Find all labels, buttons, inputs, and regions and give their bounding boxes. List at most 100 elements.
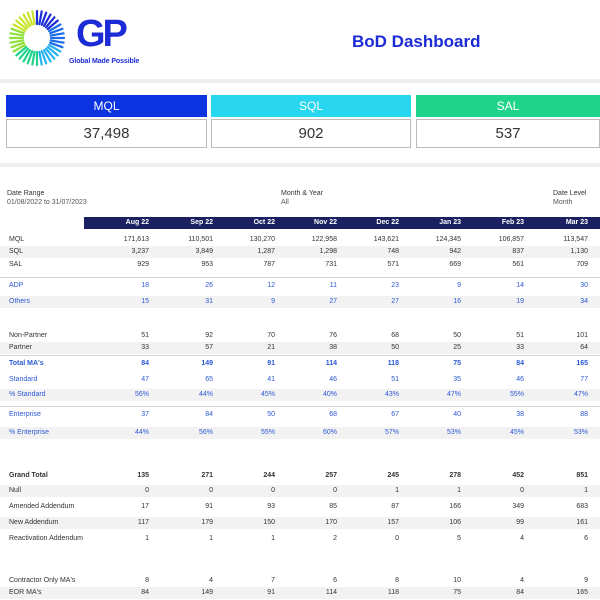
column-header[interactable]: Sep 22 xyxy=(149,217,213,229)
row-label: ADP xyxy=(9,282,24,289)
row-separator xyxy=(0,277,600,278)
column-header[interactable]: Feb 23 xyxy=(460,217,524,229)
table-cell: 278 xyxy=(449,472,461,479)
table-row: % Standard 56% 44% 45% 40% 43% 47% 55% 47% xyxy=(0,389,600,401)
table-cell: 19 xyxy=(516,298,524,305)
row-label: % Standard xyxy=(9,391,46,398)
row-label: Grand Total xyxy=(9,472,48,479)
table-row: EOR MA's 84 149 91 114 118 75 84 165 xyxy=(0,587,600,599)
row-label: Amended Addendum xyxy=(9,503,75,510)
row-label: Null xyxy=(9,487,22,494)
logo-text: GP xyxy=(76,13,128,55)
row-separator xyxy=(0,406,600,407)
table-cell: 122,958 xyxy=(311,236,337,243)
table-cell: 41 xyxy=(267,376,275,383)
table-row: Null 0 0 0 0 1 1 0 1 xyxy=(0,485,600,497)
table-cell: 1,287 xyxy=(257,248,275,255)
table-cell: 10 xyxy=(453,577,461,584)
table-cell: 683 xyxy=(576,503,588,510)
table-cell: 35 xyxy=(453,376,461,383)
table-cell: 12 xyxy=(267,282,275,289)
table-cell: 561 xyxy=(512,261,524,268)
table-row: Total MA's 84 149 91 114 118 75 84 165 xyxy=(0,358,600,370)
date-level-label: Date Level xyxy=(553,190,587,197)
table-row: Contractor Only MA's 8 4 7 6 8 10 4 9 xyxy=(0,575,600,587)
table-cell: 244 xyxy=(263,472,275,479)
table-row: Standard 47 65 41 46 51 35 46 77 xyxy=(0,374,600,386)
table-cell: 166 xyxy=(449,503,461,510)
table-cell: 150 xyxy=(263,519,275,526)
table-cell: 46 xyxy=(516,376,524,383)
table-cell: 16 xyxy=(453,298,461,305)
table-cell: 30 xyxy=(580,282,588,289)
table-cell: 1 xyxy=(209,535,213,542)
column-header[interactable]: Dec 22 xyxy=(335,217,399,229)
table-cell: 51 xyxy=(516,332,524,339)
table-cell: 57 xyxy=(205,344,213,351)
table-cell: 56% xyxy=(198,429,213,436)
date-range-filter[interactable]: Date Range 01/08/2022 to 31/07/2023 xyxy=(7,189,87,207)
row-label: MQL xyxy=(9,236,25,243)
table-cell: 942 xyxy=(449,248,461,255)
table-cell: 0 xyxy=(145,487,149,494)
column-header[interactable]: Jan 23 xyxy=(397,217,461,229)
table-cell: 4 xyxy=(520,577,524,584)
table-cell: 245 xyxy=(387,472,399,479)
date-level-filter[interactable]: Date Level Month xyxy=(553,189,586,207)
table-cell: 3,849 xyxy=(195,248,213,255)
table-cell: 50 xyxy=(391,344,399,351)
table-cell: 75 xyxy=(453,589,461,596)
table-row: Others 15 31 9 27 27 16 19 34 xyxy=(0,296,600,308)
table-cell: 38 xyxy=(516,411,524,418)
table-cell: 110,501 xyxy=(188,236,213,243)
table-cell: 84 xyxy=(516,360,524,367)
column-header[interactable]: Nov 22 xyxy=(273,217,337,229)
table-cell: 161 xyxy=(576,519,588,526)
table-cell: 23 xyxy=(391,282,399,289)
table-cell: 1 xyxy=(584,487,588,494)
table-row: Amended Addendum 17 91 93 85 87 166 349 683 xyxy=(0,501,600,513)
table-cell: 92 xyxy=(205,332,213,339)
table-cell: 0 xyxy=(333,487,337,494)
month-year-label: Month & Year xyxy=(281,190,324,197)
table-cell: 929 xyxy=(137,261,149,268)
table-cell: 6 xyxy=(584,535,588,542)
column-header[interactable]: Mar 23 xyxy=(524,217,588,229)
table-row: SQL 3,237 3,849 1,287 1,298 748 942 837 1,130 xyxy=(0,246,600,258)
table-row: Partner 33 57 21 38 50 25 33 64 xyxy=(0,342,600,354)
kpi-sal-label: SAL xyxy=(416,95,600,117)
table-cell: 149 xyxy=(201,589,213,596)
table-cell: 143,621 xyxy=(373,236,399,243)
table-cell: 31 xyxy=(205,298,213,305)
table-row: Non-Partner 51 92 70 76 68 50 51 101 xyxy=(0,330,600,342)
table-cell: 84 xyxy=(205,411,213,418)
kpi-mql-label: MQL xyxy=(6,95,207,117)
table-cell: 27 xyxy=(391,298,399,305)
table-cell: 1 xyxy=(395,487,399,494)
table-cell: 6 xyxy=(333,577,337,584)
table-cell: 40% xyxy=(322,391,337,398)
column-header[interactable]: Aug 22 xyxy=(85,217,149,229)
table-cell: 165 xyxy=(576,360,588,367)
table-row: SAL 929 953 787 731 571 669 561 709 xyxy=(0,259,600,271)
table-cell: 93 xyxy=(267,503,275,510)
table-cell: 1 xyxy=(145,535,149,542)
table-cell: 40 xyxy=(453,411,461,418)
table-cell: 748 xyxy=(387,248,399,255)
kpi-sal-value: 537 xyxy=(416,119,600,148)
table-cell: 46 xyxy=(329,376,337,383)
table-cell: 124,345 xyxy=(435,236,461,243)
row-label: SQL xyxy=(9,248,24,255)
table-cell: 76 xyxy=(329,332,337,339)
column-header[interactable]: Oct 22 xyxy=(211,217,275,229)
logo-tagline: Global Made Possible xyxy=(69,58,140,65)
date-level-value[interactable]: Month xyxy=(553,198,586,207)
kpi-sql: SQL 902 xyxy=(211,95,411,148)
date-range-value[interactable]: 01/08/2022 to 31/07/2023 xyxy=(7,198,87,207)
kpi-sal: SAL 537 xyxy=(416,95,600,148)
row-label: Standard xyxy=(9,376,38,383)
month-year-filter[interactable]: Month & Year All xyxy=(281,189,323,207)
month-year-value[interactable]: All xyxy=(281,198,323,207)
table-cell: 0 xyxy=(395,535,399,542)
table-cell: 51 xyxy=(391,376,399,383)
